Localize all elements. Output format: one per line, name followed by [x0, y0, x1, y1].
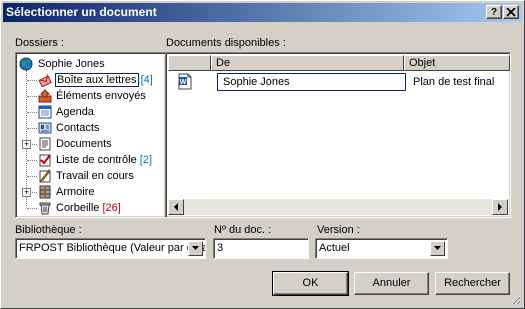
folder-item-sent-items[interactable]: Éléments envoyés	[16, 88, 165, 104]
folder-item-label: Boîte aux lettres	[55, 73, 139, 87]
search-button[interactable]: Rechercher	[435, 272, 510, 295]
folder-item-contacts[interactable]: Contacts	[16, 120, 165, 136]
column-header-subject[interactable]: Objet	[404, 55, 510, 71]
task-count: [2]	[139, 154, 153, 166]
folder-item-label: Liste de contrôle	[56, 154, 137, 166]
resize-grip-icon[interactable]	[509, 293, 521, 305]
folder-item-label: Armoire	[56, 186, 95, 198]
folder-item-work-in-progress[interactable]: Travail en cours	[16, 168, 165, 184]
svg-text:W: W	[180, 79, 187, 86]
folder-item-label: Corbeille	[56, 202, 100, 214]
document-from: Sophie Jones	[217, 73, 406, 91]
documents-icon	[39, 137, 51, 151]
scroll-left-button[interactable]	[168, 199, 184, 215]
folder-item-trash[interactable]: Corbeille [26]	[16, 200, 165, 216]
horizontal-scrollbar[interactable]	[168, 199, 508, 215]
work-in-progress-icon	[39, 169, 51, 183]
folder-item-checklist[interactable]: Liste de contrôle [2]	[16, 152, 165, 168]
library-select[interactable]: FRPOST Bibliothèque (Valeur par défaut)	[15, 238, 206, 259]
folder-item-documents[interactable]: Documents	[38, 136, 165, 152]
expand-toggle[interactable]: +	[22, 188, 31, 197]
version-select[interactable]: Actuel	[315, 238, 448, 259]
expand-toggle[interactable]: +	[22, 140, 31, 149]
trash-count: [26]	[102, 202, 121, 214]
word-document-icon: W	[178, 73, 192, 90]
chevron-down-icon	[434, 246, 441, 250]
cabinet-icon	[39, 185, 51, 199]
chevron-down-icon	[192, 246, 199, 250]
title-bar[interactable]: Sélectionner un document ?	[3, 3, 522, 22]
folder-item-label: Éléments envoyés	[56, 90, 146, 102]
document-subject: Plan de test final	[413, 76, 495, 88]
documents-label: Documents disponibles :	[166, 37, 286, 49]
library-label: Bibliothèque :	[15, 224, 82, 236]
document-list[interactable]: De Objet W Sophie Jones Plan de test fin…	[165, 52, 511, 218]
sent-items-icon	[38, 89, 52, 103]
folder-item-label: Contacts	[56, 122, 100, 134]
folder-item-label: Agenda	[56, 106, 94, 118]
close-icon	[506, 7, 516, 17]
column-header-from[interactable]: De	[211, 55, 404, 71]
scroll-right-button[interactable]	[492, 199, 508, 215]
help-button[interactable]: ?	[486, 5, 502, 19]
cancel-button[interactable]: Annuler	[354, 272, 429, 295]
close-button[interactable]	[503, 5, 519, 19]
folder-item-label: Sophie Jones	[38, 58, 105, 70]
library-value: FRPOST Bibliothèque (Valeur par défaut)	[19, 242, 206, 254]
trash-icon	[39, 202, 51, 215]
contacts-icon	[38, 122, 52, 134]
version-label: Version :	[317, 224, 360, 236]
arrow-right-icon	[498, 203, 502, 211]
folder-item-label: Documents	[56, 138, 112, 150]
table-row[interactable]: W Sophie Jones Plan de test final	[168, 72, 510, 92]
folder-item-calendar[interactable]: Agenda	[16, 104, 165, 120]
doc-number-label: Nº du doc. :	[214, 224, 272, 236]
unread-count: [4]	[140, 74, 153, 86]
folder-item-sophie-jones[interactable]: Sophie Jones	[16, 56, 165, 72]
folder-item-label: Travail en cours	[56, 170, 134, 182]
folders-label: Dossiers :	[15, 37, 64, 49]
mailbox-icon	[38, 74, 52, 87]
folder-item-cabinet[interactable]: Armoire	[38, 184, 165, 200]
column-header-icon[interactable]	[168, 55, 211, 71]
library-dropdown-button[interactable]	[188, 241, 203, 256]
dialog-title: Sélectionner un document	[6, 5, 157, 19]
arrow-left-icon	[174, 203, 178, 211]
ok-button[interactable]: OK	[272, 271, 349, 296]
folder-item-mailbox[interactable]: Boîte aux lettres [4]	[16, 72, 165, 88]
select-document-dialog: Sélectionner un document ? Dossiers : So…	[0, 0, 525, 309]
calendar-icon	[38, 105, 52, 119]
globe-icon	[19, 57, 33, 71]
checklist-icon	[39, 154, 51, 167]
version-dropdown-button[interactable]	[430, 241, 445, 256]
doc-number-input[interactable]: 3	[213, 238, 309, 259]
folder-tree[interactable]: Sophie Jones Boîte aux lettres [4] Éléme…	[15, 52, 166, 218]
version-value: Actuel	[319, 242, 350, 254]
